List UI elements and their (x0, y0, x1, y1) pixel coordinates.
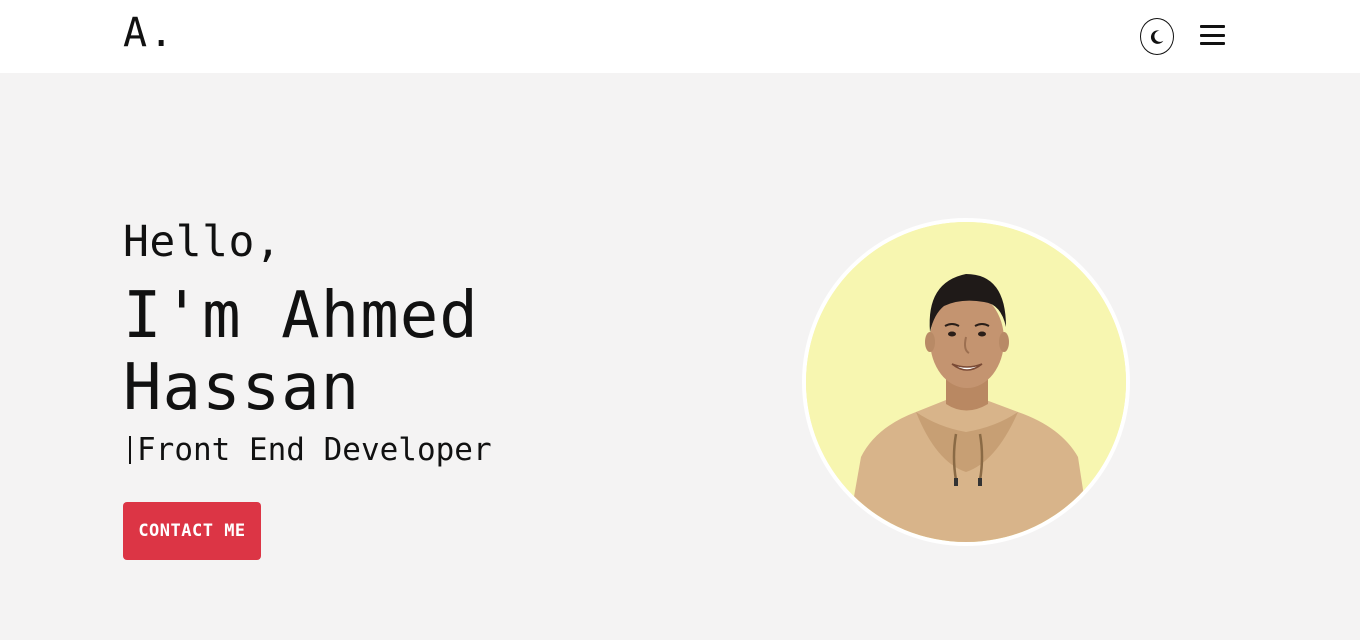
hero-name-line1: I'm Ahmed (123, 279, 479, 353)
hero-name: I'm Ahmed Hassan (123, 280, 683, 424)
hero-greeting: Hello, (123, 217, 282, 267)
hero-name-line2: Hassan (123, 351, 361, 425)
person-portrait-illustration (806, 222, 1126, 542)
hamburger-menu-button[interactable] (1200, 23, 1226, 47)
hero-role: Front End Developer (123, 430, 683, 470)
site-logo[interactable]: A. (123, 9, 175, 57)
hero-section: Hello, I'm Ahmed Hassan Front End Develo… (123, 216, 683, 560)
theme-toggle-button[interactable] (1140, 18, 1174, 55)
hamburger-menu-icon-bar (1200, 25, 1225, 28)
hero-role-text: Front End Developer (137, 432, 492, 468)
hamburger-menu-icon-bar (1200, 42, 1225, 45)
moon-icon (1150, 29, 1164, 44)
contact-me-button[interactable]: CONTACT ME (123, 502, 261, 560)
hamburger-menu-icon-bar (1200, 33, 1225, 37)
navbar: A. (0, 0, 1360, 73)
typing-cursor (129, 436, 131, 464)
profile-photo (802, 218, 1130, 546)
